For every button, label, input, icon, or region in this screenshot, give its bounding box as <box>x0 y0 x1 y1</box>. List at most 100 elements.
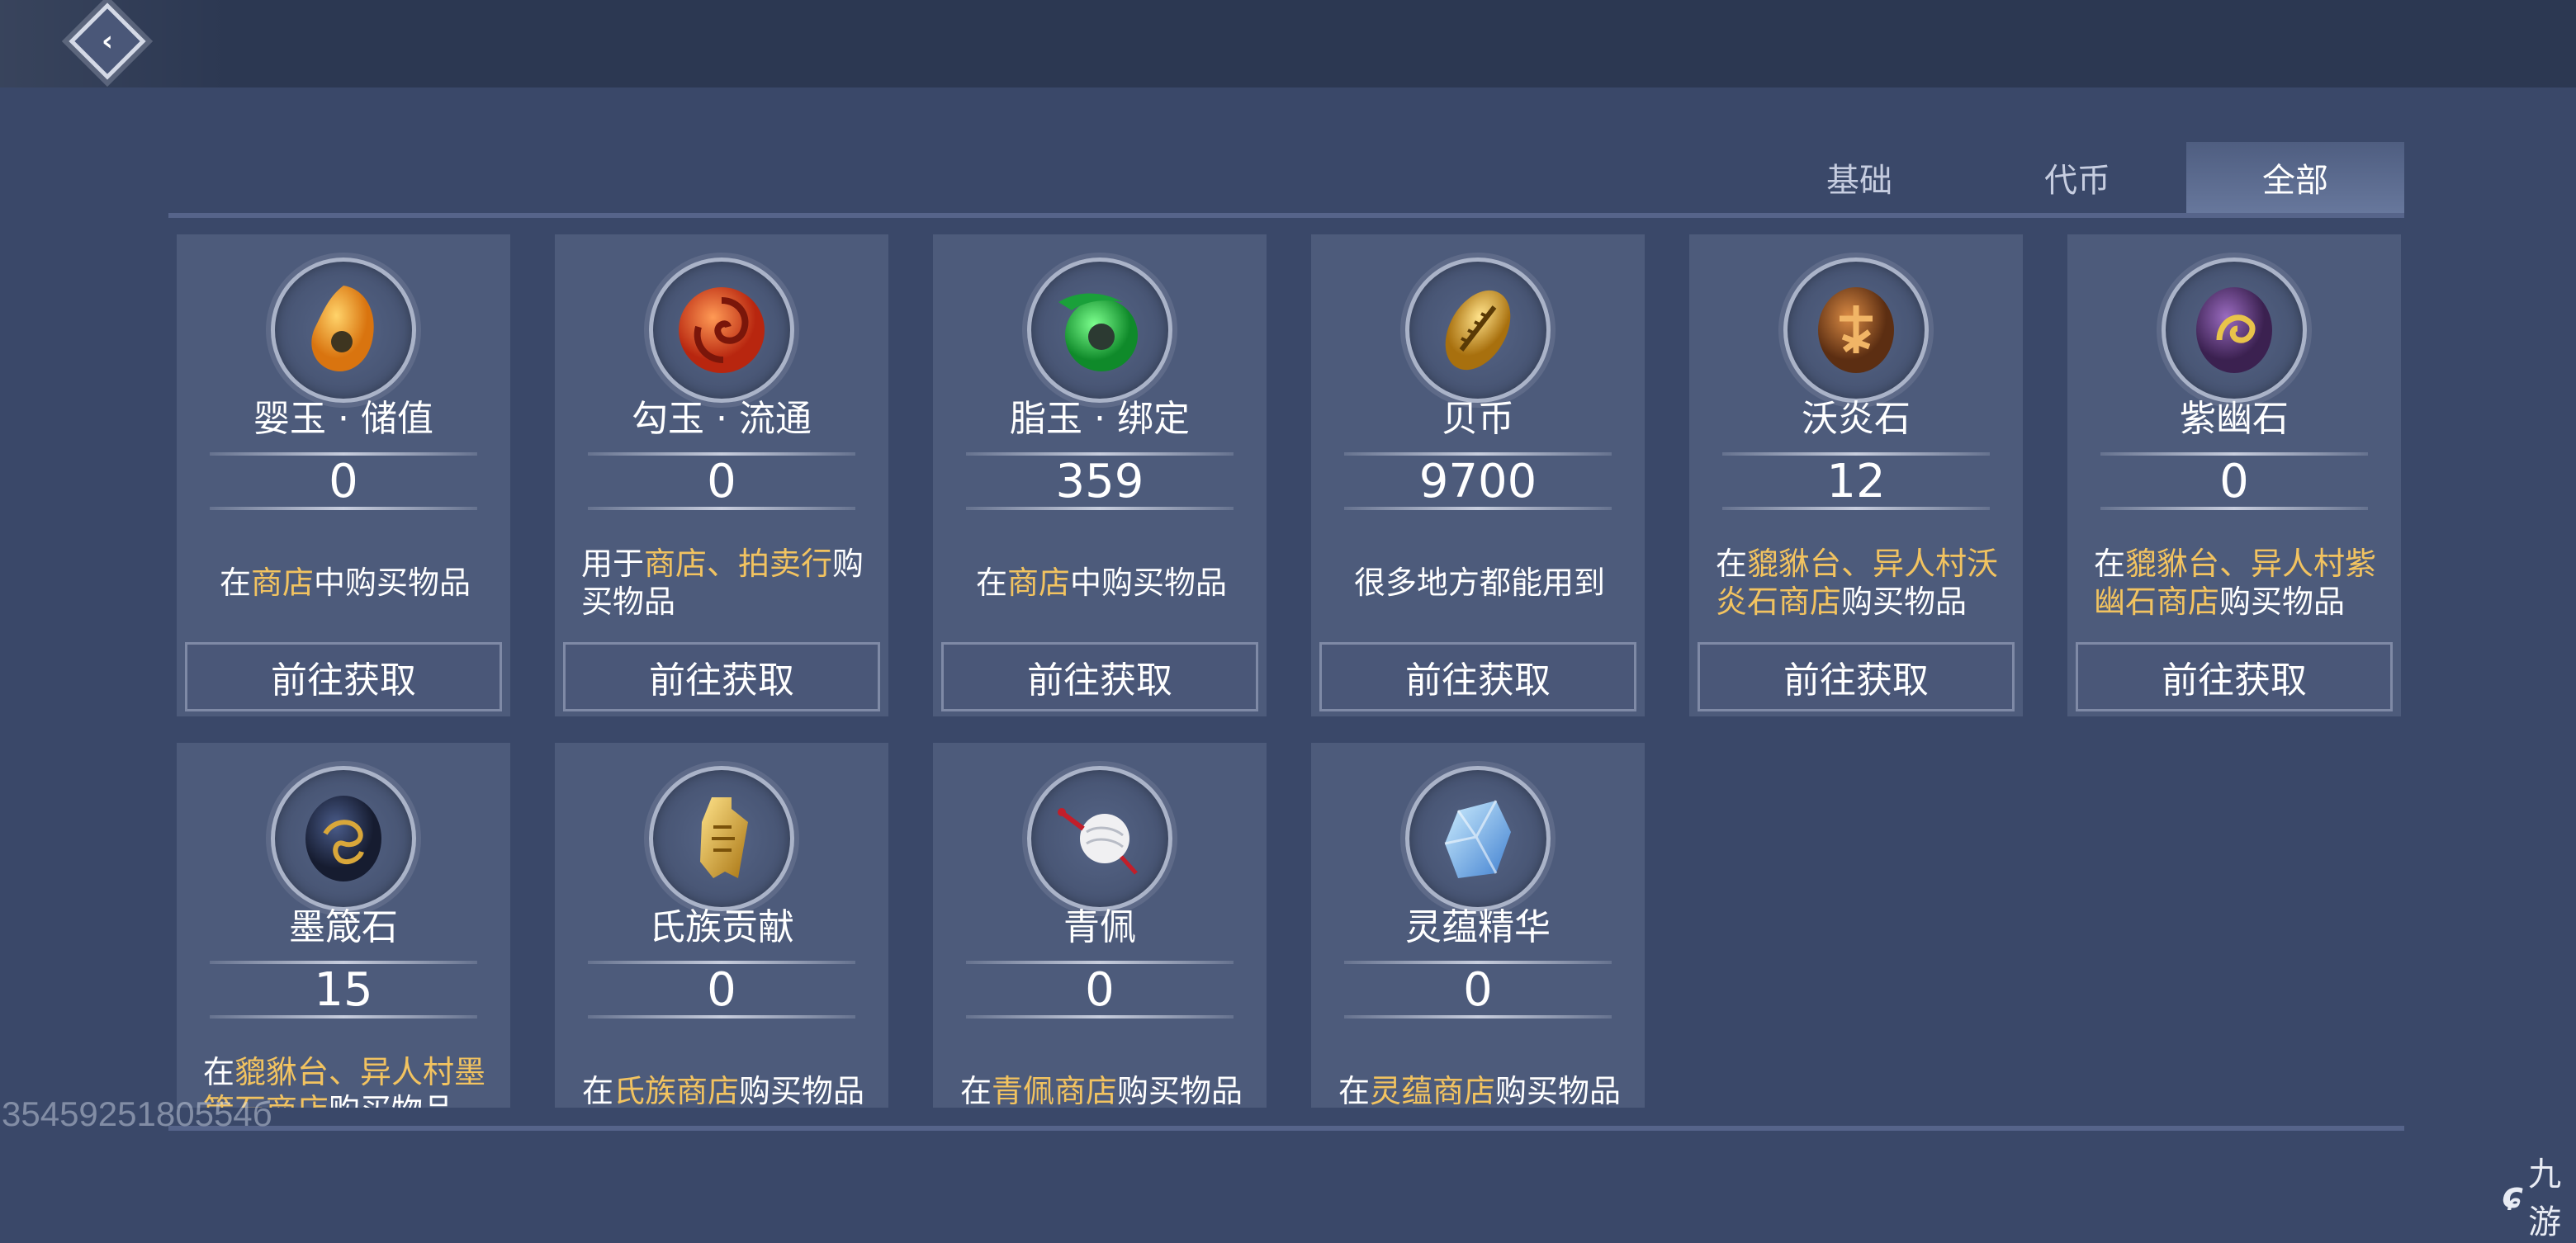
item-name: 氏族贡献 <box>649 906 794 948</box>
item-description-text: 很多地方都能用到 <box>1354 564 1605 602</box>
item-count: 359 <box>1055 455 1144 508</box>
item-name: 紫幽石 <box>2180 398 2289 440</box>
item-name: 青佩 <box>1063 906 1136 948</box>
description-segment: 在 <box>219 565 251 601</box>
count-divider <box>966 507 1234 510</box>
item-description-text: 在貔貅台、异人村沃炎石商店购买物品 <box>1716 545 2000 621</box>
item-name: 沃炎石 <box>1802 398 1911 440</box>
description-segment: 在 <box>959 1073 992 1108</box>
count-divider <box>2100 507 2368 510</box>
description-segment: 在 <box>2094 546 2126 582</box>
count-divider <box>210 1015 477 1019</box>
item-description: 在灵蕴商店购买物品 <box>1338 1042 1622 1108</box>
item-description-text: 在商店中购买物品 <box>976 564 1227 602</box>
bottom-divider <box>168 1126 2404 1131</box>
description-segment: 购买物品 <box>1841 584 1968 620</box>
count-divider <box>966 1015 1234 1019</box>
currency-card: 沃炎石 12 在貔貅台、异人村沃炎石商店购买物品 前往获取 <box>1689 234 2023 716</box>
description-segment: 在 <box>975 565 1007 601</box>
currency-card: 墨箴石15在貔貅台、异人村墨箴石商店购买物品前往获取 <box>177 743 510 1108</box>
description-segment: 中购买物品 <box>314 565 471 601</box>
white-tassel-pendant-icon <box>1027 766 1172 911</box>
count-divider <box>1344 507 1612 510</box>
site-logo: ɕ 九游 <box>2502 1147 2576 1243</box>
currency-card: 勾玉 · 流通 0 用于商店、拍卖行购买物品前往获取 <box>555 234 888 716</box>
currency-card: 婴玉 · 储值 0 在商店中购买物品 前往获取 <box>177 234 510 716</box>
item-count: 0 <box>1085 963 1115 1017</box>
watermark-id: 3545925180554б <box>2 1094 272 1133</box>
count-divider <box>210 507 477 510</box>
item-description-text: 用于商店、拍卖行购买物品 <box>581 545 865 621</box>
get-button[interactable]: 前往获取 <box>1698 642 2015 711</box>
golden-shell-coin-icon <box>1405 258 1551 403</box>
currency-card: 脂玉 · 绑定 359 在商店中购买物品前往获取 <box>933 234 1267 716</box>
item-name: 灵蕴精华 <box>1405 906 1551 948</box>
description-segment: 在 <box>1716 546 1748 582</box>
count-divider <box>588 1015 855 1019</box>
item-name: 贝币 <box>1442 398 1514 440</box>
description-segment: 购买物品 <box>2219 584 2346 620</box>
blue-crystal-icon <box>1405 766 1551 911</box>
dark-dragon-stone-icon <box>271 766 416 911</box>
top-bar: ‹ <box>0 0 2576 87</box>
item-description: 在商店中购买物品 <box>203 533 487 632</box>
currency-card: 紫幽石 0 在貔貅台、异人村紫幽石商店购买物品前往获取 <box>2067 234 2401 716</box>
green-jade-icon <box>1027 258 1172 403</box>
get-button[interactable]: 前往获取 <box>563 642 880 711</box>
back-button[interactable]: ‹ <box>64 2 150 80</box>
tab-tokens[interactable]: 代币 <box>1968 142 2186 218</box>
item-description-text: 在灵蕴商店购买物品 <box>1338 1072 1621 1108</box>
item-count: 15 <box>314 963 373 1017</box>
shop-link-text: 商店 <box>1006 565 1070 601</box>
shop-link-text: 商店 <box>250 565 314 601</box>
description-segment: 很多地方都能用到 <box>1353 565 1605 601</box>
item-description: 在青佩商店购买物品 <box>959 1042 1243 1108</box>
tab-basic[interactable]: 基础 <box>1750 142 1968 218</box>
item-name: 脂玉 · 绑定 <box>1010 398 1190 440</box>
description-segment: 购买物品 <box>1117 1073 1243 1108</box>
count-divider <box>588 507 855 510</box>
get-button[interactable]: 前往获取 <box>2076 642 2393 711</box>
description-segment: 购买物品 <box>329 1092 454 1108</box>
description-segment: 在 <box>581 1073 613 1108</box>
description-segment: 在 <box>1338 1073 1370 1108</box>
item-description-text: 在商店中购买物品 <box>220 564 471 602</box>
back-diamond-frame: ‹ <box>69 2 146 80</box>
item-description: 在氏族商店购买物品 <box>581 1042 865 1108</box>
item-description: 在貔貅台、异人村沃炎石商店购买物品 <box>1716 533 2000 632</box>
purple-rune-stone-icon <box>2162 258 2307 403</box>
item-count: 0 <box>329 455 358 508</box>
tab-all[interactable]: 全部 <box>2186 142 2404 218</box>
item-count: 0 <box>707 455 736 508</box>
get-button[interactable]: 前往获取 <box>185 642 502 711</box>
item-count: 0 <box>2219 455 2249 508</box>
currency-card: 青佩0在青佩商店购买物品前往获取 <box>933 743 1267 1108</box>
shop-link-text: 青佩商店 <box>991 1073 1117 1108</box>
currency-grid: 婴玉 · 储值 0 在商店中购买物品 前往获取 勾玉 · 流通 0 用于商店、拍卖行购买物品… <box>177 234 2414 1108</box>
get-button[interactable]: 前往获取 <box>1319 642 1636 711</box>
get-button[interactable]: 前往获取 <box>941 642 1258 711</box>
count-divider <box>1344 1015 1612 1019</box>
currency-card: 贝币 9700 很多地方都能用到前往获取 <box>1311 234 1645 716</box>
item-count: 0 <box>1463 963 1493 1017</box>
tabs-divider <box>168 213 2404 218</box>
site-logo-text: 九游 <box>2528 1156 2562 1241</box>
count-divider <box>1722 507 1990 510</box>
item-description: 在貔貅台、异人村紫幽石商店购买物品 <box>2094 533 2378 632</box>
description-segment: 购买物品 <box>1495 1073 1622 1108</box>
shop-link-text: 氏族商店 <box>613 1073 739 1108</box>
item-description: 在商店中购买物品 <box>959 533 1243 632</box>
item-name: 墨箴石 <box>289 906 398 948</box>
item-count: 0 <box>707 963 736 1017</box>
item-count: 9700 <box>1418 455 1537 508</box>
shop-link-text: 灵蕴商店 <box>1369 1073 1495 1108</box>
jiuyou-logo-icon: ɕ <box>2502 1174 2524 1217</box>
currency-tabs: 基础 代币 全部 <box>1750 142 2404 218</box>
item-description-text: 在貔貅台、异人村紫幽石商店购买物品 <box>2094 545 2378 621</box>
item-description-text: 在青佩商店购买物品 <box>960 1072 1243 1108</box>
orange-jade-pendant-icon <box>271 258 416 403</box>
item-description-text: 在氏族商店购买物品 <box>582 1072 864 1108</box>
chevron-left-icon: ‹ <box>101 24 114 58</box>
item-name: 勾玉 · 流通 <box>632 398 812 440</box>
item-description: 用于商店、拍卖行购买物品 <box>581 533 865 632</box>
